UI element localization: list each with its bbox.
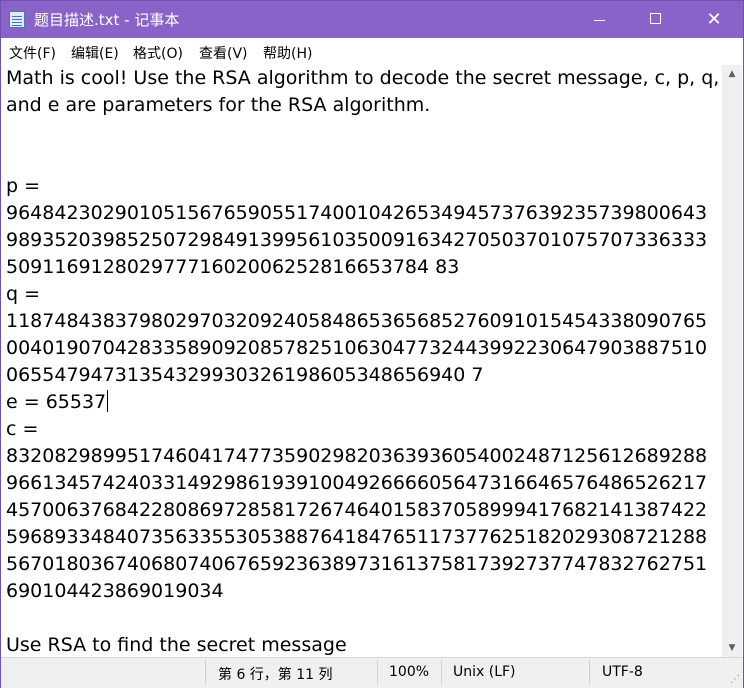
- cursor-position: 第 6 行，第 11 列: [218, 667, 333, 683]
- window-title: 题目描述.txt - 记事本: [34, 11, 180, 29]
- text-line: 9893520398525072984913995610350091634270…: [6, 229, 708, 251]
- text-line: Math is cool! Use the RSA algorithm to d…: [6, 67, 720, 89]
- notepad-icon: [9, 11, 25, 28]
- menu-help[interactable]: 帮助(H): [263, 43, 312, 63]
- scroll-down-icon[interactable]: ▼: [722, 639, 742, 657]
- minimize-icon: [594, 20, 605, 21]
- maximize-button[interactable]: [627, 1, 685, 38]
- text-line-with-caret: e = 65537: [6, 389, 109, 416]
- menu-file[interactable]: 文件(F): [9, 43, 56, 63]
- status-divider: [205, 660, 206, 685]
- text-cursor: [107, 390, 109, 412]
- status-bar: 第 6 行，第 11 列 100% Unix (LF) UTF-8 ⋰: [1, 657, 743, 688]
- text-line: 8320829899517460417477359029820363936054…: [6, 445, 708, 467]
- zoom-level: 100%: [389, 664, 430, 680]
- close-icon: ✕: [706, 9, 722, 30]
- encoding: UTF-8: [602, 664, 643, 680]
- text-line: Use RSA to find the secret message: [6, 634, 347, 656]
- status-divider: [589, 660, 590, 685]
- scroll-up-icon[interactable]: ▲: [722, 65, 742, 83]
- text-line: 0040190704283358909208578251063047732443…: [6, 337, 708, 359]
- vertical-scrollbar[interactable]: ▲ ▼: [722, 65, 742, 657]
- title-bar[interactable]: 题目描述.txt - 记事本 ✕: [1, 1, 743, 38]
- text-line: c =: [6, 418, 39, 440]
- menu-format[interactable]: 格式(O): [133, 43, 183, 63]
- text-line: 50911691280297771602006252816653784 83: [6, 256, 460, 278]
- text-line: 9661345742403314929861939100492666605647…: [6, 472, 708, 494]
- text-line: 5670180367406807406765923638973161375817…: [6, 553, 708, 575]
- text-line: 9648423029010515676590551740010426534945…: [6, 202, 708, 224]
- notepad-window: 题目描述.txt - 记事本 ✕ 文件(F) 编辑(E) 格式(O) 查看(V)…: [0, 0, 744, 688]
- status-divider: [377, 660, 378, 685]
- status-divider: [441, 660, 442, 685]
- text-line: 690104423869019034: [6, 580, 224, 602]
- menu-view[interactable]: 查看(V): [199, 43, 248, 63]
- close-button[interactable]: ✕: [685, 1, 743, 38]
- text-line: 4570063768422808697285817267464015837058…: [6, 499, 708, 521]
- maximize-icon: [650, 13, 661, 24]
- menu-bar: 文件(F) 编辑(E) 格式(O) 查看(V) 帮助(H): [1, 38, 743, 65]
- text-editor[interactable]: Math is cool! Use the RSA algorithm to d…: [1, 65, 721, 657]
- text-line: 5968933484073563355305388764184765117377…: [6, 526, 708, 548]
- text-line: p =: [6, 175, 41, 197]
- text-line: q =: [6, 283, 41, 305]
- text-line: 1187484383798029703209240584865365685276…: [6, 310, 708, 332]
- text-line: 06554794731354329930326198605348656940 7: [6, 364, 484, 386]
- text-line-content: e = 65537: [6, 391, 107, 413]
- menu-edit[interactable]: 编辑(E): [71, 43, 119, 63]
- line-ending: Unix (LF): [453, 664, 516, 680]
- resize-grip-icon[interactable]: ⋰: [730, 674, 740, 685]
- minimize-button[interactable]: [571, 1, 629, 38]
- text-line: and e are parameters for the RSA algorit…: [6, 94, 431, 116]
